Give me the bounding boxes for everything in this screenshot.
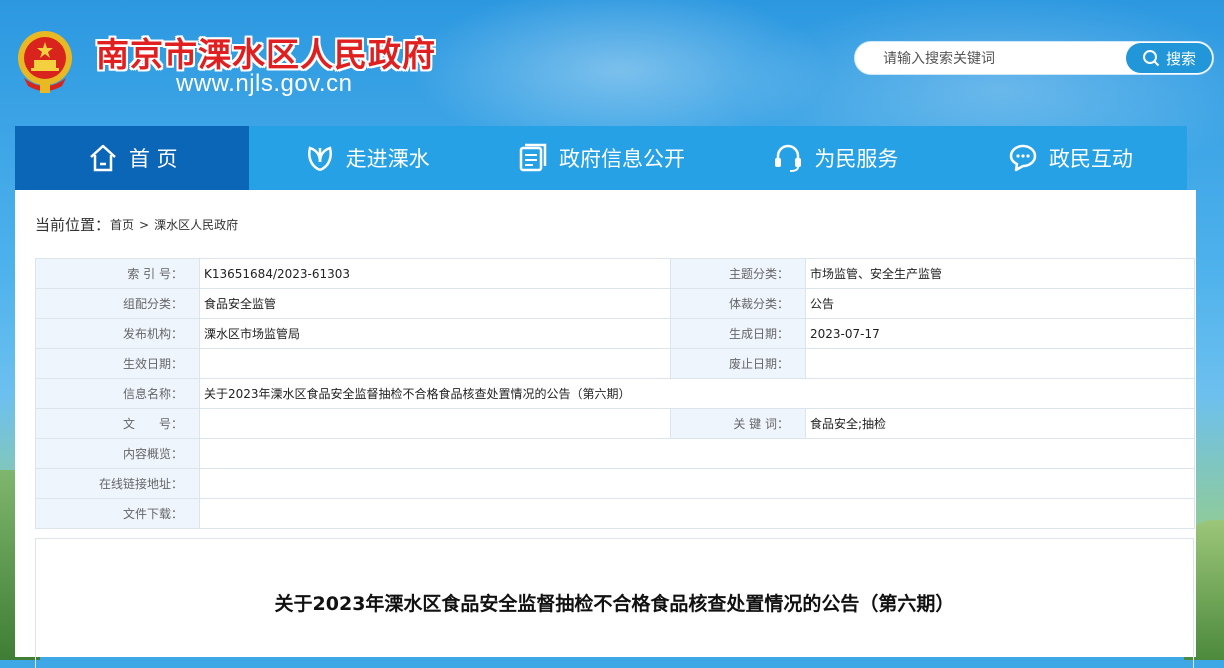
nav-item-home[interactable]: 首 页 (15, 126, 250, 190)
nav-item-interaction[interactable]: 政民互动 (953, 126, 1187, 190)
table-row: 索 引 号： K13651684/2023-61303 主题分类： 市场监管、安… (35, 258, 1195, 289)
home-icon (90, 144, 116, 172)
link-value[interactable] (199, 468, 1195, 499)
category-value: 食品安全监管 (199, 288, 671, 319)
expired-value (805, 348, 1195, 379)
search-input[interactable] (881, 48, 1125, 70)
link-label: 在线链接地址： (35, 468, 200, 499)
nav-item-label: 政民互动 (1048, 147, 1133, 171)
keywords-value: 食品安全;抽检 (805, 408, 1195, 439)
nav-item-public-service[interactable]: 为民服务 (718, 126, 952, 190)
topic-label: 主题分类： (670, 258, 806, 289)
article-title: 关于2023年溧水区食品安全监督抽检不合格食品核查处置情况的公告（第六期） (274, 593, 955, 615)
topic-value: 市场监管、安全生产监管 (805, 258, 1195, 289)
created-label: 生成日期： (670, 318, 806, 349)
index-no-label: 索 引 号： (35, 258, 200, 289)
table-row: 生效日期： 废止日期： (35, 348, 1195, 379)
table-row: 文件下载： (35, 498, 1195, 529)
breadcrumb-link-home[interactable]: 首页 (110, 216, 134, 233)
breadcrumb: 当前位置： 首页 > 溧水区人民政府 (35, 214, 238, 235)
table-row: 文 号： 关 键 词： 食品安全;抽检 (35, 408, 1195, 439)
table-row: 组配分类： 食品安全监管 体裁分类： 公告 (35, 288, 1195, 319)
breadcrumb-separator: > (139, 217, 150, 232)
nav-item-gov-info[interactable]: 政府信息公开 (484, 126, 718, 190)
genre-value: 公告 (805, 288, 1195, 319)
nav-item-label: 首 页 (128, 147, 178, 171)
table-row: 信息名称： 关于2023年溧水区食品安全监督抽检不合格食品核查处置情况的公告（第… (35, 378, 1195, 409)
genre-label: 体裁分类： (670, 288, 806, 319)
site-title[interactable]: 南京市溧水区人民政府 (96, 28, 436, 76)
document-icon (519, 143, 547, 172)
content-area: 当前位置： 首页 > 溧水区人民政府 索 引 号： K13651684/2023… (15, 190, 1196, 668)
nav-item-label: 走进溧水 (345, 147, 430, 171)
category-label: 组配分类： (35, 288, 200, 319)
leaf-icon (307, 146, 332, 172)
metadata-table: 索 引 号： K13651684/2023-61303 主题分类： 市场监管、安… (35, 258, 1195, 529)
download-label: 文件下载： (35, 498, 200, 529)
search-button-label: 搜索 (1165, 49, 1196, 68)
main-nav: 首 页 走进溧水 政府信息公开 为民服务 政民互动 (15, 126, 1187, 190)
national-emblem-icon (18, 31, 72, 93)
headset-icon (775, 144, 802, 172)
summary-value (199, 438, 1195, 469)
expired-label: 废止日期： (670, 348, 806, 379)
keywords-label: 关 键 词： (670, 408, 806, 439)
breadcrumb-link-gov[interactable]: 溧水区人民政府 (154, 216, 238, 233)
doc-no-label: 文 号： (35, 408, 200, 439)
nav-item-label: 政府信息公开 (559, 147, 686, 171)
table-row: 发布机构： 溧水区市场监管局 生成日期： 2023-07-17 (35, 318, 1195, 349)
index-no-value: K13651684/2023-61303 (199, 258, 671, 289)
search-box: 搜索 (854, 41, 1214, 75)
summary-label: 内容概览： (35, 438, 200, 469)
created-value: 2023-07-17 (805, 318, 1195, 349)
effective-label: 生效日期： (35, 348, 200, 379)
publisher-label: 发布机构： (35, 318, 200, 349)
download-value[interactable] (199, 498, 1195, 529)
table-row: 在线链接地址： (35, 468, 1195, 499)
info-name-label: 信息名称： (35, 378, 200, 409)
effective-value (199, 348, 671, 379)
site-url[interactable]: www.njls.gov.cn (176, 70, 352, 98)
publisher-value: 溧水区市场监管局 (199, 318, 671, 349)
table-row: 内容概览： (35, 438, 1195, 469)
breadcrumb-prefix: 当前位置： (35, 216, 111, 234)
nav-item-label: 为民服务 (814, 147, 899, 171)
chat-icon (1009, 144, 1037, 172)
search-button[interactable]: 搜索 (1126, 43, 1212, 73)
doc-no-value (199, 408, 671, 439)
search-icon (1142, 50, 1160, 67)
nav-item-about-lishui[interactable]: 走进溧水 (249, 126, 483, 190)
article-body: 关于2023年溧水区食品安全监督抽检不合格食品核查处置情况的公告（第六期） (35, 538, 1194, 668)
info-name-value: 关于2023年溧水区食品安全监督抽检不合格食品核查处置情况的公告（第六期） (199, 378, 1195, 409)
